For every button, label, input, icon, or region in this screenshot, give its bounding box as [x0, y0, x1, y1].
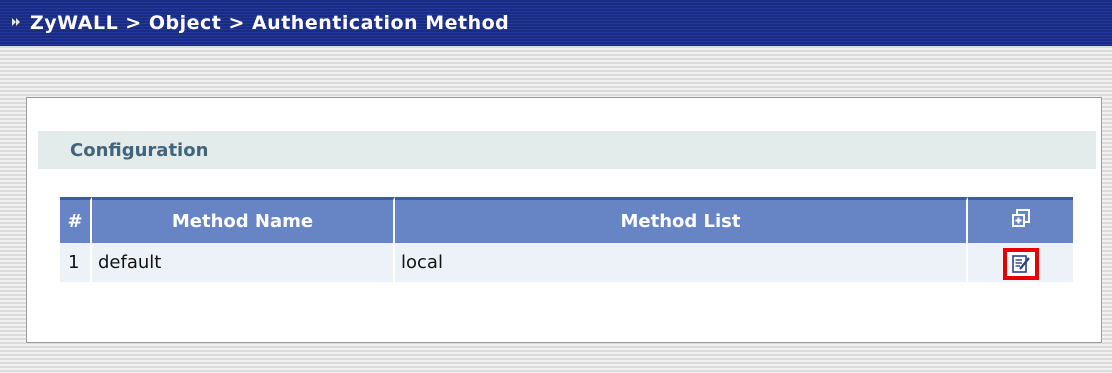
method-table: # Method Name Method List 1 default loca…: [60, 197, 1073, 282]
column-header-method-list: Method List: [395, 197, 968, 243]
column-header-actions: [968, 197, 1073, 243]
breadcrumb-arrow-icon: [10, 16, 22, 31]
table-header-row: # Method Name Method List: [60, 197, 1073, 243]
column-header-number: #: [60, 197, 92, 243]
breadcrumb: ZyWALL > Object > Authentication Method: [30, 12, 510, 34]
edit-button[interactable]: [1002, 247, 1039, 280]
row-method-name: default: [92, 243, 395, 282]
title-bar: ZyWALL > Object > Authentication Method: [0, 0, 1112, 46]
edit-icon: [1011, 254, 1030, 273]
table-row: 1 default local: [60, 243, 1073, 282]
section-header: Configuration: [38, 131, 1096, 169]
row-method-list: local: [395, 243, 968, 282]
content-panel: Configuration # Method Name Method List: [26, 97, 1102, 343]
row-number: 1: [60, 243, 92, 282]
row-actions: [968, 243, 1073, 282]
column-header-method-name: Method Name: [92, 197, 395, 243]
add-entry-icon[interactable]: [1010, 208, 1032, 230]
section-title: Configuration: [70, 139, 209, 161]
